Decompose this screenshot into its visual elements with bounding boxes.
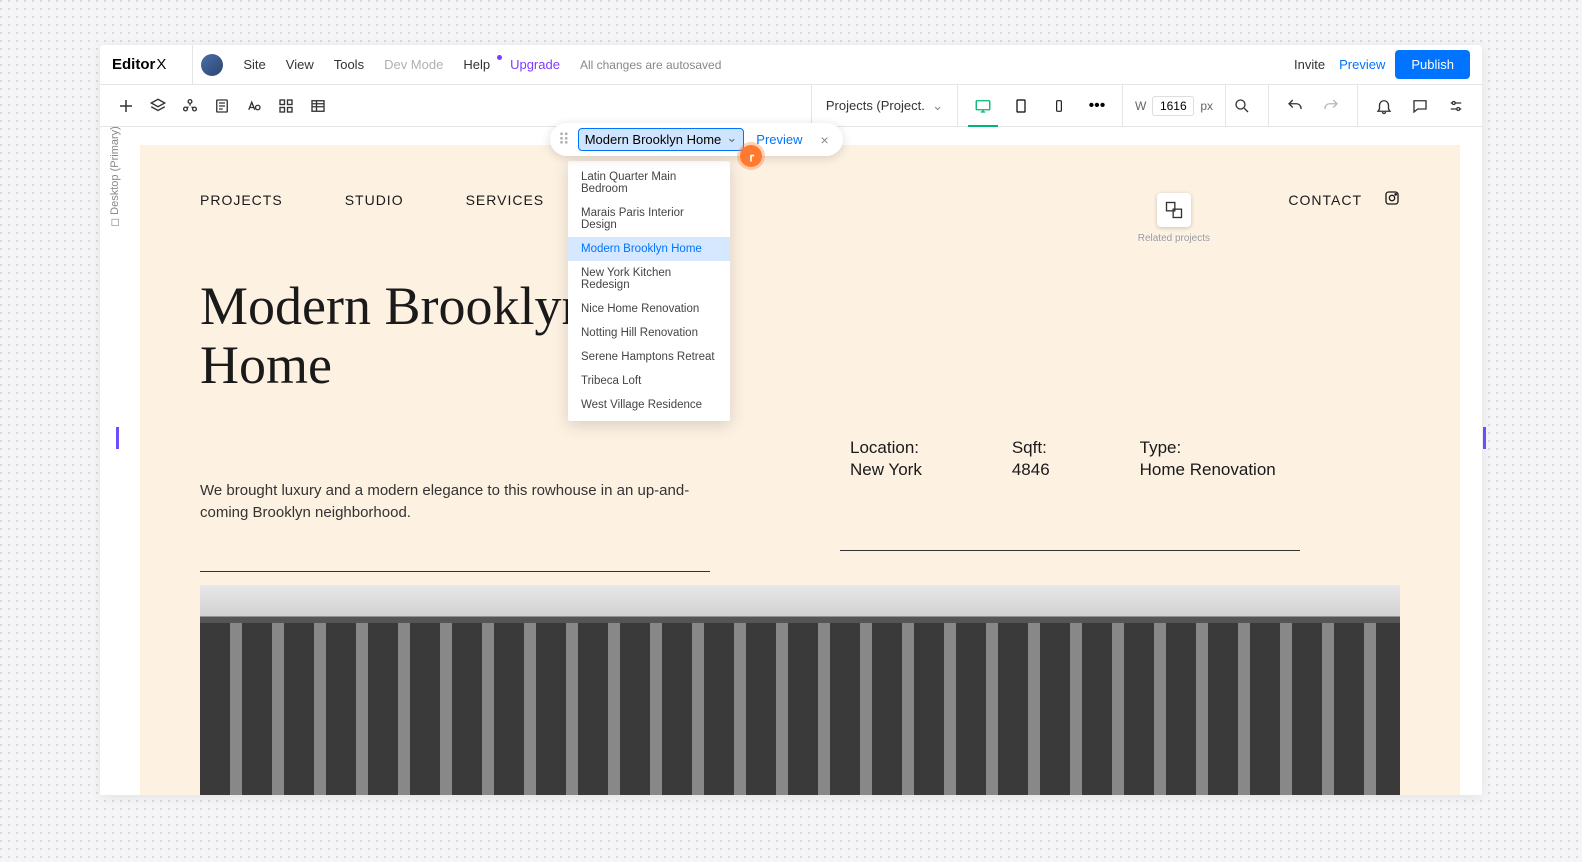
drag-handle-icon[interactable]: ⠿: [558, 130, 570, 150]
meta-sqft-label: Sqft:: [1012, 438, 1050, 458]
tour-annotation-marker: ┏: [740, 145, 762, 167]
widget-label: Related projects: [1138, 233, 1210, 244]
pill-close-button[interactable]: ×: [815, 132, 835, 148]
menu-site[interactable]: Site: [233, 57, 275, 72]
masters-icon[interactable]: [174, 90, 206, 122]
breakpoint-label: Desktop (Primary): [108, 126, 121, 227]
app-logo: EditorX: [112, 56, 166, 73]
undo-icon[interactable]: [1279, 90, 1311, 122]
notifications-icon[interactable]: [1368, 90, 1400, 122]
dropdown-option[interactable]: Marais Paris Interior Design: [568, 201, 730, 237]
editor-window: EditorX Site View Tools Dev Mode Help Up…: [100, 45, 1482, 795]
device-mobile[interactable]: [1044, 87, 1074, 125]
toolbar: Projects (Project. ⌄ ••• W px: [100, 85, 1482, 127]
dropdown-option[interactable]: Notting Hill Renovation: [568, 321, 730, 345]
user-avatar[interactable]: [201, 54, 223, 76]
canvas-width-input[interactable]: [1152, 96, 1194, 116]
canvas: Desktop (Primary) ⠿ Modern Brooklyn Home…: [100, 127, 1482, 795]
invite-button[interactable]: Invite: [1294, 57, 1325, 72]
nav-contact[interactable]: CONTACT: [1288, 192, 1362, 208]
related-projects-widget[interactable]: Related projects: [1138, 193, 1210, 244]
dataset-item-select[interactable]: Modern Brooklyn Home: [578, 128, 745, 151]
dataset-selector-pill: ⠿ Modern Brooklyn Home Preview ×: [550, 123, 843, 156]
nav-projects[interactable]: PROJECTS: [200, 192, 283, 208]
device-tablet[interactable]: [1006, 87, 1036, 125]
resize-handle-right[interactable]: [1483, 427, 1486, 449]
meta-type-label: Type:: [1140, 438, 1276, 458]
apps-icon[interactable]: [270, 90, 302, 122]
meta-type-value: Home Renovation: [1140, 460, 1276, 480]
dropdown-option[interactable]: Nice Home Renovation: [568, 297, 730, 321]
typography-icon[interactable]: [238, 90, 270, 122]
settings-icon[interactable]: [1440, 90, 1472, 122]
dropdown-option[interactable]: West Village Residence: [568, 393, 730, 417]
autosave-status: All changes are autosaved: [580, 58, 721, 72]
pill-preview-link[interactable]: Preview: [752, 132, 806, 147]
pages-icon[interactable]: [206, 90, 238, 122]
menu-tools[interactable]: Tools: [324, 57, 374, 72]
menu-upgrade[interactable]: Upgrade: [500, 57, 570, 72]
project-meta: Location: New York Sqft: 4846 Type: Home…: [850, 438, 1400, 572]
resize-handle-left[interactable]: [116, 427, 119, 449]
dataset-dropdown-list: Latin Quarter Main Bedroom Marais Paris …: [568, 161, 730, 421]
comments-icon[interactable]: [1404, 90, 1436, 122]
instagram-icon[interactable]: [1384, 190, 1400, 209]
add-icon[interactable]: [110, 90, 142, 122]
layers-icon[interactable]: [142, 90, 174, 122]
site-nav: PROJECTS STUDIO SERVICES CONTACT: [200, 190, 1400, 209]
nav-services[interactable]: SERVICES: [466, 192, 545, 208]
publish-button[interactable]: Publish: [1395, 50, 1470, 79]
dropdown-option[interactable]: Tribeca Loft: [568, 369, 730, 393]
menu-dev-mode: Dev Mode: [374, 57, 453, 72]
zoom-icon[interactable]: [1226, 90, 1258, 122]
device-tabs: •••: [958, 85, 1123, 127]
content-manager-icon[interactable]: [302, 90, 334, 122]
meta-location-value: New York: [850, 460, 922, 480]
nav-studio[interactable]: STUDIO: [345, 192, 404, 208]
device-desktop[interactable]: [968, 87, 998, 125]
meta-location-label: Location:: [850, 438, 922, 458]
redo-icon: [1315, 90, 1347, 122]
canvas-width-control: W px: [1123, 85, 1226, 127]
top-menu-bar: EditorX Site View Tools Dev Mode Help Up…: [100, 45, 1482, 85]
page-preview[interactable]: Related projects PROJECTS STUDIO SERVICE…: [140, 145, 1460, 795]
more-breakpoints-icon[interactable]: •••: [1082, 87, 1112, 125]
hero-image: [200, 585, 1400, 795]
page-description: We brought luxury and a modern elegance …: [200, 480, 700, 525]
preview-button[interactable]: Preview: [1339, 57, 1385, 72]
divider: [200, 571, 710, 572]
dropdown-option[interactable]: New York Kitchen Redesign: [568, 261, 730, 297]
dropdown-option[interactable]: Latin Quarter Main Bedroom: [568, 165, 730, 201]
dropdown-option-selected[interactable]: Modern Brooklyn Home: [568, 237, 730, 261]
menu-help[interactable]: Help: [453, 57, 500, 72]
page-breadcrumb-select[interactable]: Projects (Project. ⌄: [811, 85, 958, 127]
dropdown-option[interactable]: Serene Hamptons Retreat: [568, 345, 730, 369]
menu-view[interactable]: View: [276, 57, 324, 72]
meta-sqft-value: 4846: [1012, 460, 1050, 480]
